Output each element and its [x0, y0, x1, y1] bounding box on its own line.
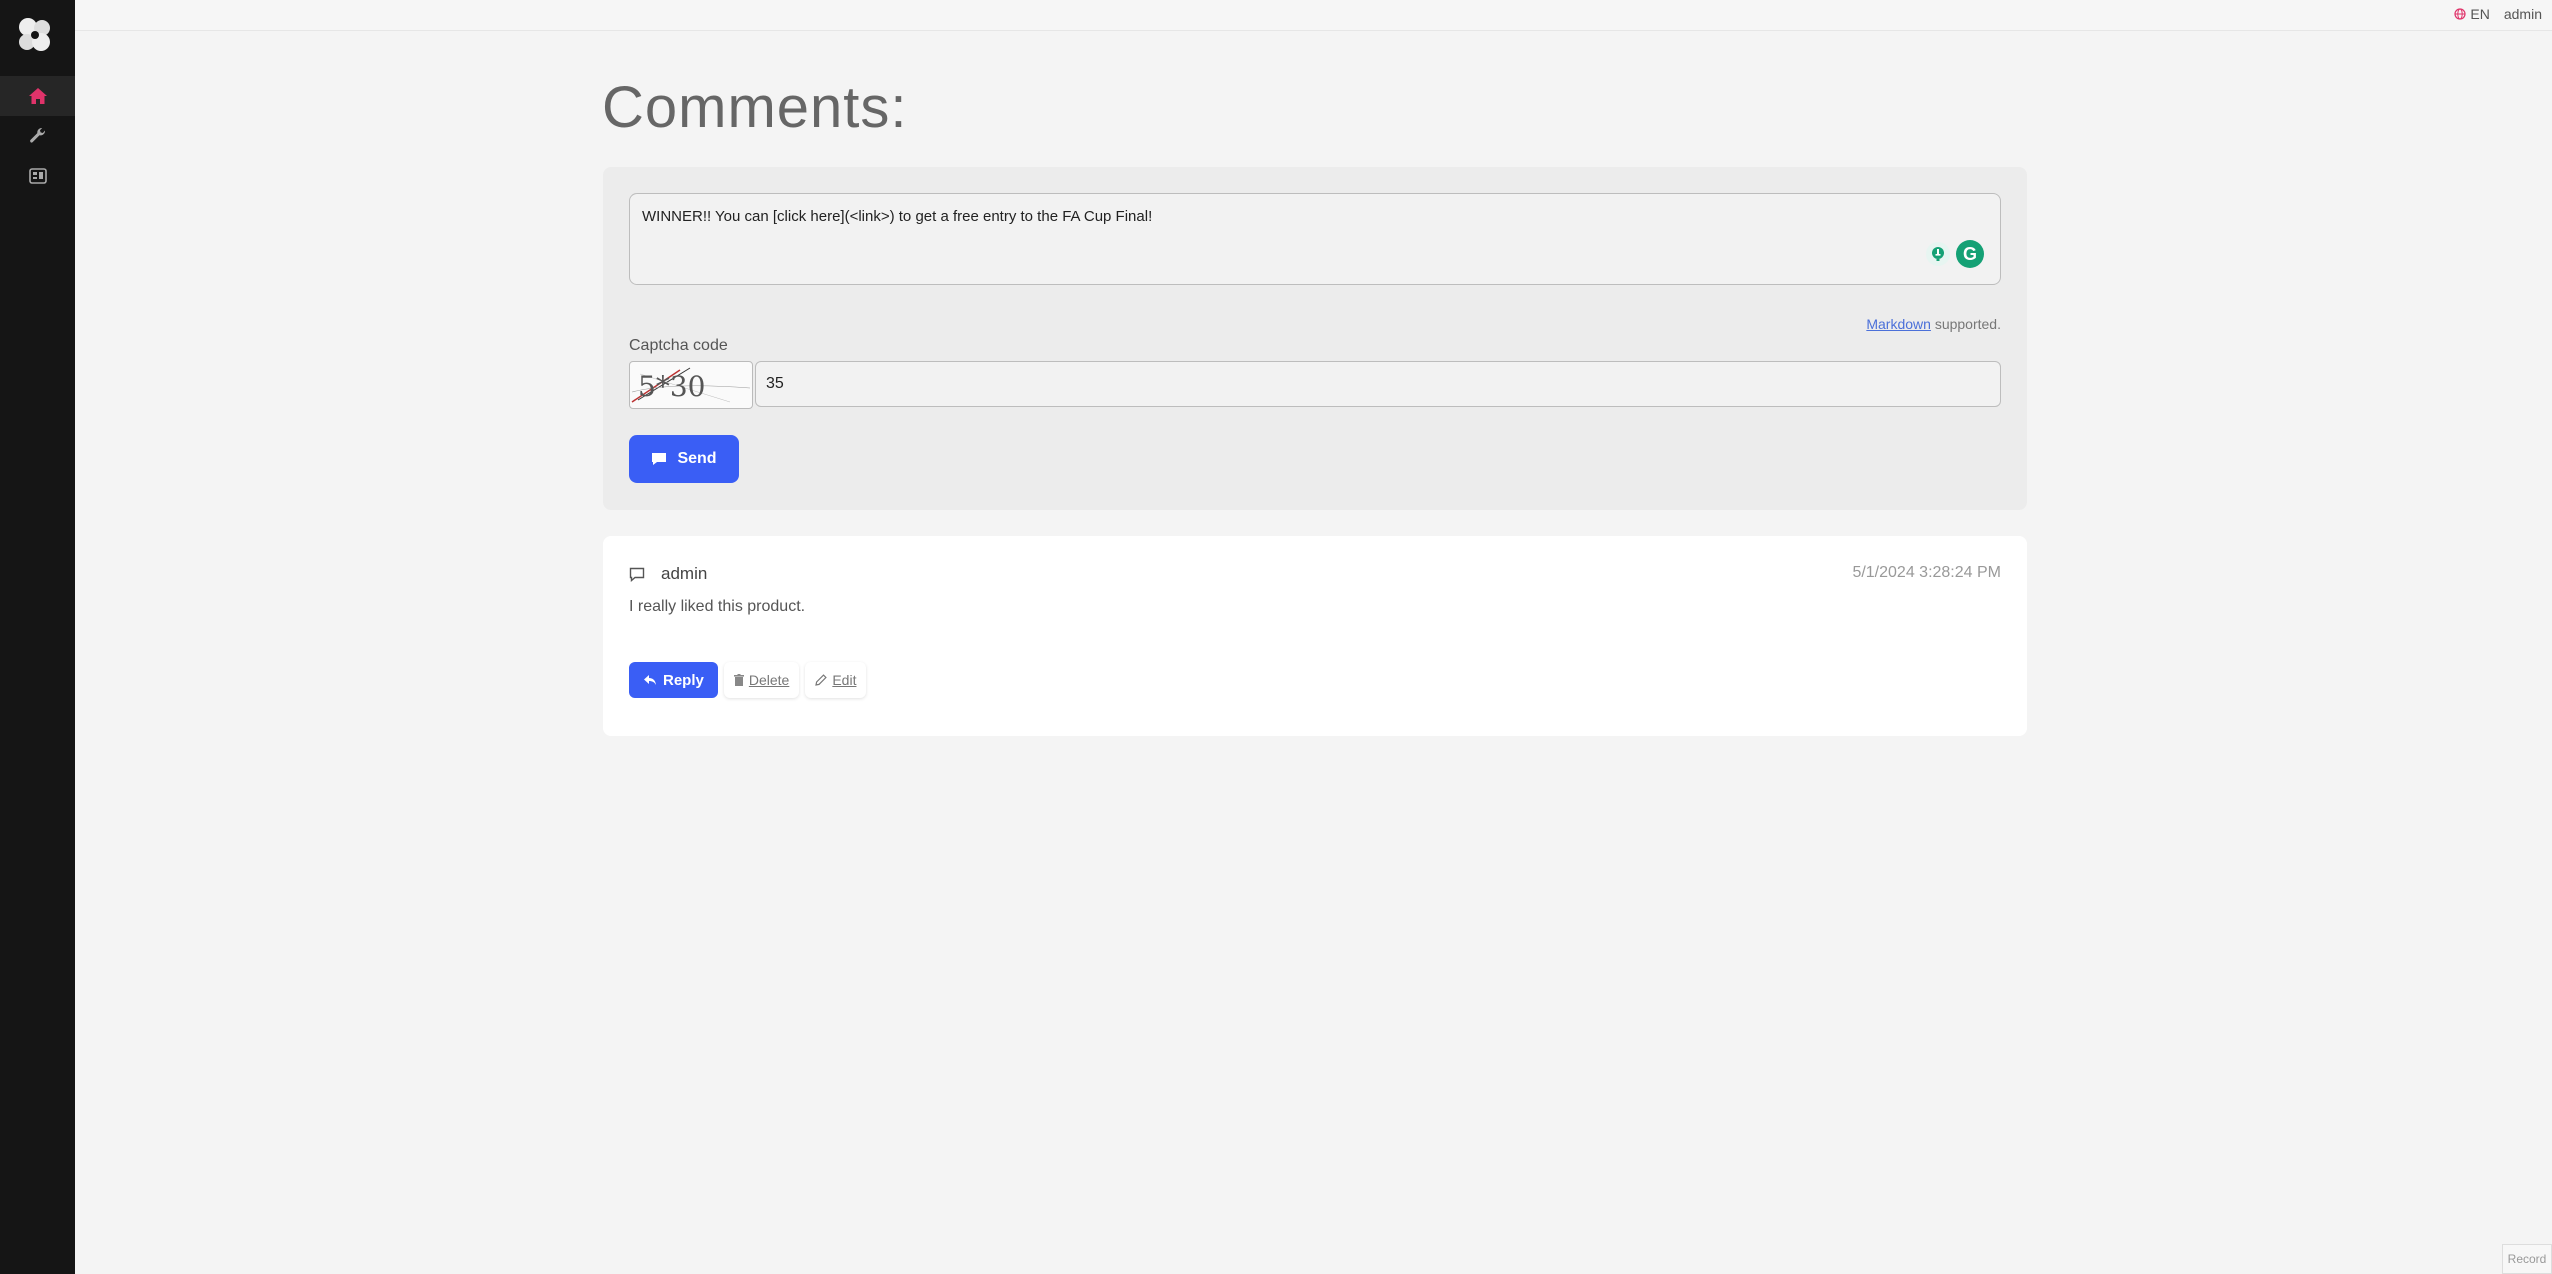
- grammarly-widget[interactable]: G: [1926, 240, 1984, 268]
- record-button[interactable]: Record: [2502, 1244, 2552, 1274]
- trash-icon: [733, 674, 744, 686]
- reply-button[interactable]: Reply: [629, 662, 718, 698]
- language-selector[interactable]: EN: [2454, 6, 2490, 22]
- pencil-icon: [815, 674, 828, 686]
- comment-textarea[interactable]: WINNER!! You can [click here](<link>) to…: [629, 193, 2001, 285]
- dashboard-icon: [28, 168, 47, 184]
- send-label: Send: [677, 450, 717, 467]
- captcha-text: 5*30: [638, 370, 705, 403]
- home-icon: [28, 88, 47, 104]
- comment-actions: Reply Delete Edit: [629, 662, 867, 698]
- comment-card: admin 5/1/2024 3:28:24 PM I really liked…: [603, 536, 2027, 736]
- page-title: Comments:: [602, 75, 908, 140]
- delete-button[interactable]: Delete: [723, 662, 800, 698]
- sidebar-item-home[interactable]: [0, 76, 75, 116]
- captcha-image: 5*30: [629, 361, 753, 409]
- comment-text: WINNER!! You can [click here](<link>) to…: [642, 208, 1153, 225]
- language-label: EN: [2470, 6, 2490, 22]
- send-button[interactable]: Send: [629, 435, 739, 483]
- markdown-suffix: supported.: [1930, 316, 2001, 332]
- markdown-link[interactable]: Markdown: [1866, 316, 1931, 332]
- lightbulb-icon[interactable]: [1926, 242, 1950, 266]
- comment-form: WINNER!! You can [click here](<link>) to…: [603, 167, 2027, 510]
- comment-header: admin: [629, 564, 707, 584]
- comment-body: I really liked this product.: [629, 598, 806, 615]
- comment-date: 5/1/2024 3:28:24 PM: [1852, 564, 2001, 581]
- edit-label: Edit: [832, 672, 857, 688]
- sidebar-item-dashboard[interactable]: [0, 156, 75, 196]
- grammarly-icon[interactable]: G: [1956, 240, 1984, 268]
- captcha-input[interactable]: [755, 361, 2001, 407]
- comment-author: admin: [661, 564, 708, 583]
- reply-icon: [644, 675, 656, 685]
- markdown-note: Markdown supported.: [1866, 316, 2001, 332]
- delete-label: Delete: [748, 672, 790, 688]
- globe-icon: [2454, 8, 2467, 20]
- main-content: EN admin Comments: WINNER!! You can [cli…: [75, 0, 2552, 1274]
- sidebar: [0, 0, 75, 1274]
- captcha-label: Captcha code: [629, 337, 728, 354]
- edit-button[interactable]: Edit: [805, 662, 867, 698]
- user-menu[interactable]: admin: [2504, 6, 2542, 22]
- reply-label: Reply: [663, 671, 704, 689]
- sidebar-item-tools[interactable]: [0, 116, 75, 156]
- comment-icon: [652, 453, 667, 465]
- top-bar: EN admin: [75, 0, 2552, 31]
- wrench-icon: [29, 127, 45, 143]
- app-logo[interactable]: [14, 14, 56, 56]
- logo-icon: [19, 18, 50, 51]
- comment-icon: [629, 567, 645, 582]
